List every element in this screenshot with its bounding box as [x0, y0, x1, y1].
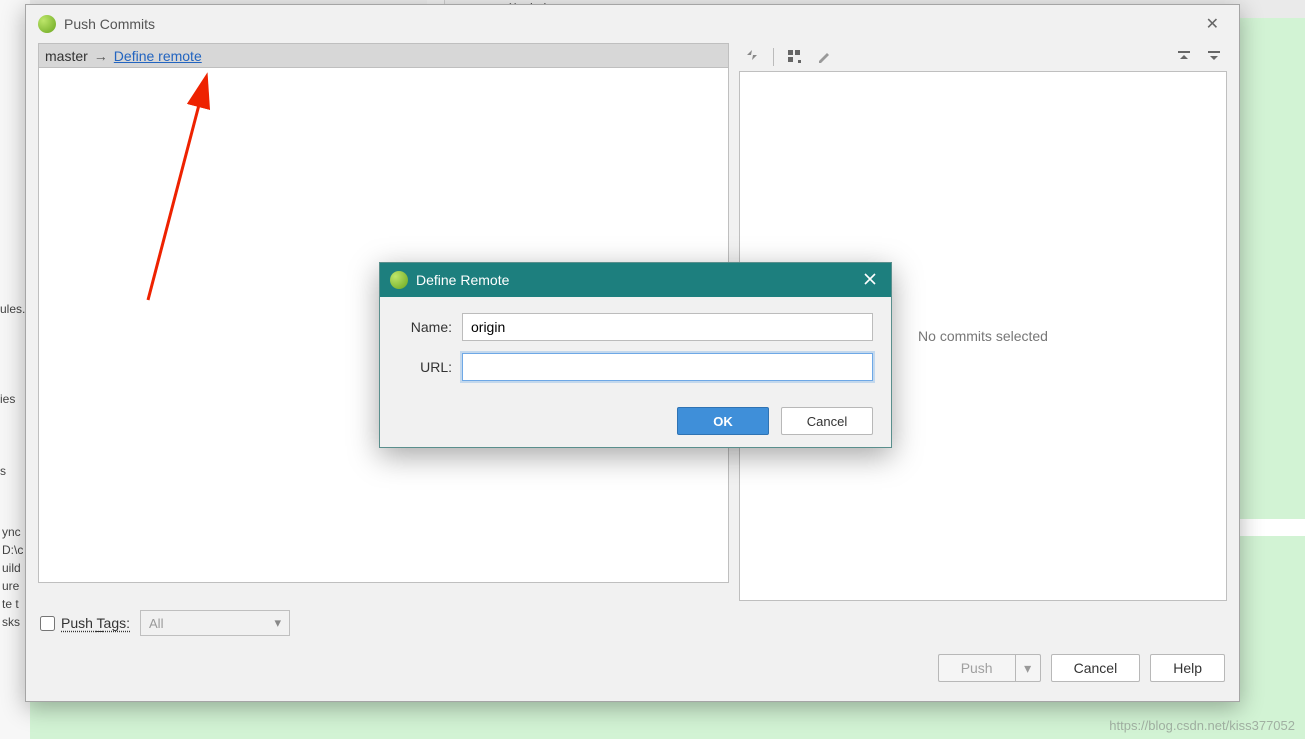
- arrow-icon: →: [94, 48, 108, 64]
- android-studio-icon: [390, 271, 408, 289]
- push-button-dropdown[interactable]: ▾: [1015, 654, 1041, 682]
- url-input[interactable]: [462, 353, 873, 381]
- android-studio-icon: [38, 15, 56, 33]
- push-dialog-titlebar[interactable]: Push Commits ✕: [26, 5, 1239, 43]
- define-remote-dialog: Define Remote Name: URL: OK Cancel: [379, 262, 892, 448]
- watermark-text: https://blog.csdn.net/kiss377052: [1109, 718, 1295, 733]
- push-button[interactable]: Push: [938, 654, 1015, 682]
- close-icon[interactable]: ✕: [1198, 10, 1227, 38]
- grid-icon[interactable]: [786, 49, 804, 65]
- url-label: URL:: [398, 359, 462, 375]
- define-remote-body: Name: URL:: [380, 297, 891, 403]
- define-remote-buttons: OK Cancel: [380, 403, 891, 435]
- name-row: Name:: [398, 313, 873, 341]
- close-icon[interactable]: [859, 268, 881, 293]
- expand-all-icon[interactable]: [1205, 49, 1223, 65]
- ok-button[interactable]: OK: [677, 407, 769, 435]
- push-footer-options: Push Tags: All ▾: [26, 601, 1239, 645]
- push-tags-text: Push Tags:: [61, 615, 130, 631]
- branch-name: master: [45, 48, 88, 64]
- commits-toolbar: [739, 43, 1227, 71]
- push-tags-checkbox[interactable]: [40, 616, 55, 631]
- define-remote-link[interactable]: Define remote: [114, 48, 202, 64]
- no-commits-label: No commits selected: [918, 328, 1048, 344]
- url-row: URL:: [398, 353, 873, 381]
- push-dialog-title: Push Commits: [64, 16, 155, 32]
- branch-header-row[interactable]: master → Define remote: [39, 44, 728, 68]
- define-remote-title: Define Remote: [416, 272, 509, 288]
- define-remote-titlebar[interactable]: Define Remote: [380, 263, 891, 297]
- cherry-pick-icon[interactable]: [743, 49, 761, 65]
- name-label: Name:: [398, 319, 462, 335]
- edit-icon[interactable]: [816, 49, 834, 65]
- help-button[interactable]: Help: [1150, 654, 1225, 682]
- cancel-button[interactable]: Cancel: [1051, 654, 1141, 682]
- push-tags-checkbox-label[interactable]: Push Tags:: [40, 615, 130, 631]
- toolbar-separator: [773, 48, 774, 66]
- push-tags-combo[interactable]: All ▾: [140, 610, 290, 636]
- push-tags-combo-value: All: [149, 616, 163, 631]
- chevron-down-icon: ▾: [274, 615, 281, 631]
- name-input[interactable]: [462, 313, 873, 341]
- push-footer-buttons: Push ▾ Cancel Help: [26, 645, 1239, 691]
- push-button-group: Push ▾: [938, 654, 1041, 682]
- cancel-button[interactable]: Cancel: [781, 407, 873, 435]
- collapse-all-icon[interactable]: [1175, 49, 1193, 65]
